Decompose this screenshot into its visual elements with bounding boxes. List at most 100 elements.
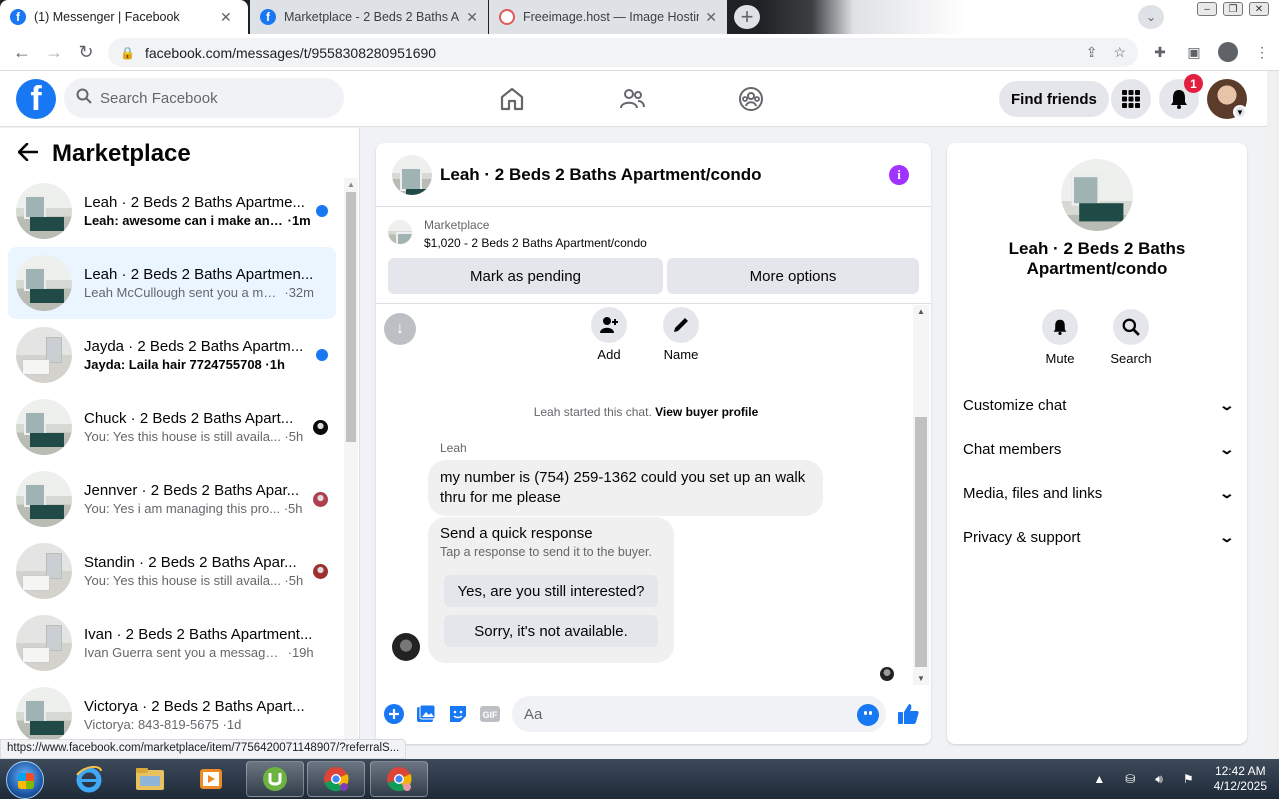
- side-panel-icon[interactable]: ▣: [1184, 42, 1204, 62]
- name-chat-action[interactable]: Name: [651, 307, 711, 362]
- show-hidden-icons-icon[interactable]: ▲: [1093, 772, 1105, 786]
- internet-explorer-icon[interactable]: [60, 761, 118, 797]
- page-scrollbar[interactable]: [1267, 71, 1279, 759]
- back-arrow-icon[interactable]: ←: [10, 40, 34, 64]
- chat-title[interactable]: Leah · 2 Beds 2 Baths Apartment/condo: [440, 165, 761, 185]
- tab-search-icon[interactable]: ⌄: [1138, 5, 1164, 29]
- sidebar-scrollbar[interactable]: ▲: [344, 178, 358, 759]
- conversation-item[interactable]: Leah · 2 Beds 2 Baths Apartme... Leah: aw…: [8, 175, 336, 247]
- media-files-links-section[interactable]: Media, files and links ⌄: [963, 479, 1235, 507]
- start-button[interactable]: [6, 761, 44, 799]
- extensions-puzzle-icon[interactable]: ✚: [1150, 42, 1170, 62]
- scroll-up-icon[interactable]: ▲: [347, 180, 355, 189]
- search-in-chat-action[interactable]: Search: [1101, 309, 1161, 366]
- svg-text:GIF: GIF: [483, 710, 499, 720]
- mute-label: Mute: [1045, 351, 1075, 366]
- close-tab-icon[interactable]: ✕: [220, 9, 232, 26]
- chat-scrollbar[interactable]: ▲ ▼: [913, 305, 929, 685]
- browser-tab-freeimage[interactable]: Freeimage.host — Image Hosting ✕: [489, 0, 727, 34]
- conversation-item[interactable]: Chuck · 2 Beds 2 Baths Apart... You: Yes …: [8, 391, 336, 463]
- chat-panel: Leah · 2 Beds 2 Baths Apartment/condo i …: [376, 143, 931, 744]
- message-composer: GIF: [376, 693, 931, 737]
- new-tab-button[interactable]: +: [734, 4, 760, 29]
- incoming-message-bubble[interactable]: my number is (754) 259-1362 could you se…: [428, 460, 823, 516]
- close-tab-icon[interactable]: ✕: [705, 9, 717, 26]
- friends-icon[interactable]: [618, 85, 646, 113]
- more-options-button[interactable]: More options: [667, 258, 919, 294]
- scroll-down-icon[interactable]: ▼: [917, 674, 925, 683]
- scrollbar-thumb[interactable]: [346, 192, 356, 442]
- browser-menu-icon[interactable]: ⋮: [1252, 42, 1272, 62]
- browser-profile-icon[interactable]: [1218, 42, 1238, 62]
- listing-card: Marketplace $1,020 - 2 Beds 2 Baths Apar…: [376, 208, 931, 304]
- conversation-time: 1h: [269, 357, 285, 372]
- network-icon[interactable]: ⚑: [1183, 772, 1194, 786]
- chrome-profile-icon[interactable]: [370, 761, 428, 797]
- conversation-thumbnail: [16, 399, 72, 455]
- sender-avatar[interactable]: [392, 633, 420, 661]
- sticker-icon[interactable]: [447, 703, 469, 725]
- quick-reply-still-interested-button[interactable]: Yes, are you still interested?: [444, 575, 658, 607]
- forward-arrow-icon[interactable]: →: [42, 40, 66, 64]
- restore-button[interactable]: ❐: [1223, 2, 1243, 16]
- back-arrow-icon[interactable]: [17, 140, 39, 168]
- facebook-logo-icon[interactable]: f: [16, 79, 56, 119]
- share-icon[interactable]: ⇪: [1086, 44, 1098, 61]
- close-window-button[interactable]: ✕: [1249, 2, 1269, 16]
- view-buyer-profile-link[interactable]: View buyer profile: [655, 405, 758, 419]
- media-player-icon[interactable]: [182, 761, 240, 797]
- utorrent-icon[interactable]: [246, 761, 304, 797]
- conversation-item[interactable]: Ivan · 2 Beds 2 Baths Apartment... Ivan G…: [8, 607, 336, 679]
- find-friends-button[interactable]: Find friends: [999, 81, 1109, 117]
- customize-chat-section[interactable]: Customize chat ⌄: [963, 391, 1235, 419]
- system-clock[interactable]: 12:42 AM 4/12/2025: [1214, 764, 1267, 794]
- listing-price[interactable]: $1,020 - 2 Beds 2 Baths Apartment/condo: [424, 236, 647, 250]
- conversation-thumbnail: [16, 255, 72, 311]
- emoji-icon[interactable]: [857, 704, 879, 726]
- conversation-item[interactable]: Jayda · 2 Beds 2 Baths Apartm... Jayda: L…: [8, 319, 336, 391]
- browser-tab-marketplace[interactable]: f Marketplace - 2 Beds 2 Baths Apa ✕: [250, 0, 488, 34]
- info-icon[interactable]: i: [889, 165, 909, 185]
- unread-indicator: [316, 205, 328, 217]
- groups-icon[interactable]: [737, 85, 765, 113]
- close-tab-icon[interactable]: ✕: [466, 9, 478, 26]
- volume-icon[interactable]: 🔊︎: [1155, 772, 1163, 787]
- address-bar[interactable]: 🔒 facebook.com/messages/t/95583082809516…: [108, 38, 1138, 67]
- file-explorer-icon[interactable]: [121, 761, 179, 797]
- listing-thumbnail[interactable]: [388, 220, 412, 244]
- attach-photo-icon[interactable]: [415, 703, 437, 725]
- menu-grid-icon[interactable]: [1111, 79, 1151, 119]
- minimize-button[interactable]: –: [1197, 2, 1217, 16]
- lock-icon[interactable]: 🔒: [120, 46, 135, 60]
- browser-tab-messenger[interactable]: f (1) Messenger | Facebook ✕: [0, 0, 248, 34]
- name-label: Name: [663, 347, 699, 362]
- conversation-thumbnail: [16, 471, 72, 527]
- mark-as-pending-button[interactable]: Mark as pending: [388, 258, 663, 294]
- home-icon[interactable]: [498, 85, 526, 113]
- thumbs-up-like-icon[interactable]: [897, 703, 919, 725]
- listing-avatar[interactable]: [1061, 159, 1133, 231]
- gif-icon[interactable]: GIF: [479, 703, 501, 725]
- scroll-up-icon[interactable]: ▲: [917, 307, 925, 316]
- chat-avatar[interactable]: [392, 154, 432, 195]
- add-people-action[interactable]: Add: [579, 307, 639, 362]
- privacy-support-section[interactable]: Privacy & support ⌄: [963, 523, 1235, 551]
- plus-actions-icon[interactable]: [383, 703, 405, 725]
- usb-device-icon[interactable]: ⛁: [1125, 772, 1135, 786]
- conversation-item[interactable]: Jennver · 2 Beds 2 Baths Apar... You: Yes…: [8, 463, 336, 535]
- conversation-item[interactable]: Leah · 2 Beds 2 Baths Apartmen... Leah Mc…: [8, 247, 336, 319]
- search-facebook-input[interactable]: Search Facebook: [64, 78, 344, 118]
- mute-action[interactable]: Mute: [1030, 309, 1090, 366]
- jump-down-arrow-icon[interactable]: ↓: [384, 313, 416, 345]
- message-input[interactable]: [512, 696, 886, 732]
- dot-separator: ·: [280, 429, 289, 444]
- conversation-item[interactable]: Standin · 2 Beds 2 Baths Apar... You: Yes…: [8, 535, 336, 607]
- quick-reply-not-available-button[interactable]: Sorry, it's not available.: [444, 615, 658, 647]
- conversation-name: Standin · 2 Beds 2 Baths Apar...: [84, 554, 297, 571]
- scrollbar-thumb[interactable]: [915, 417, 927, 667]
- chrome-icon[interactable]: [307, 761, 365, 797]
- chat-members-section[interactable]: Chat members ⌄: [963, 435, 1235, 463]
- reload-icon[interactable]: ↻: [74, 40, 98, 64]
- bookmark-star-icon[interactable]: ☆: [1113, 44, 1126, 61]
- account-caret-icon[interactable]: ▼: [1233, 105, 1247, 119]
